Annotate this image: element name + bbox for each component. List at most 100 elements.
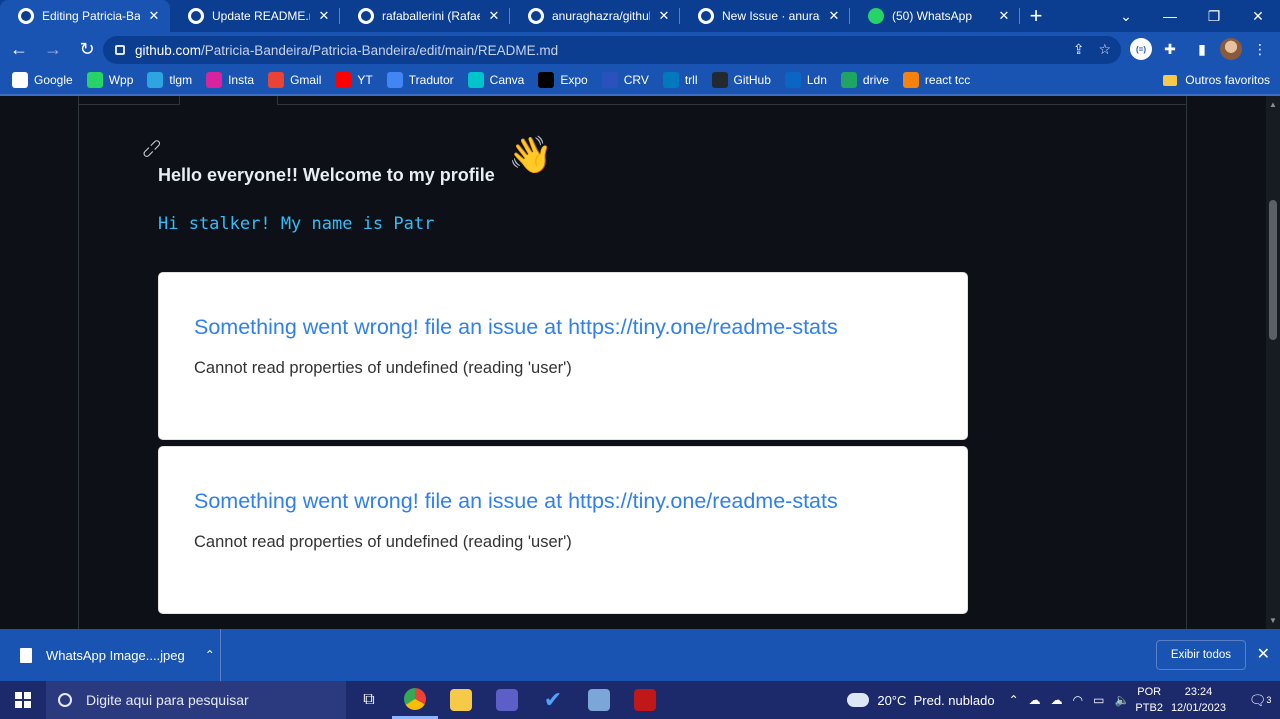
task-view-icon[interactable]: ⧉ — [346, 681, 392, 719]
mcafee-app[interactable] — [622, 681, 668, 719]
stats-card-error: Something went wrong! file an issue at h… — [158, 446, 968, 614]
bookmark-item[interactable]: Ldn — [784, 72, 827, 88]
close-tab-icon[interactable]: ✕ — [656, 8, 672, 24]
bookmark-item[interactable]: tlgm — [147, 72, 192, 88]
close-tab-icon[interactable]: ✕ — [146, 8, 162, 24]
new-tab-button[interactable]: + — [1020, 0, 1052, 32]
bookmark-label: tlgm — [169, 73, 193, 87]
folder-icon — [1163, 74, 1178, 86]
browser-tab[interactable]: anuraghazra/github-re ✕ — [510, 0, 680, 32]
scroll-down-arrow-icon[interactable]: ▼ — [1266, 616, 1280, 625]
error-title: Something went wrong! file an issue at h… — [194, 489, 838, 513]
todo-app[interactable]: ✔ — [530, 681, 576, 719]
browser-tab[interactable]: Update README.md · ✕ — [170, 0, 340, 32]
bookmark-item[interactable]: react tcc — [902, 72, 971, 88]
back-button[interactable]: ← — [4, 34, 34, 64]
bookmark-label: react tcc — [924, 73, 971, 87]
chevron-up-icon[interactable]: ⌃ — [205, 648, 215, 662]
scroll-up-arrow-icon[interactable]: ▲ — [1266, 100, 1280, 109]
share-icon[interactable]: ⇪ — [1073, 41, 1085, 58]
reload-button[interactable]: ↻ — [72, 34, 102, 64]
close-tab-icon[interactable]: ✕ — [316, 8, 332, 24]
close-tab-icon[interactable]: ✕ — [996, 8, 1012, 24]
bookmark-item[interactable]: Canva — [467, 72, 524, 88]
browser-tab[interactable]: Editing Patricia-Bande ✕ — [0, 0, 170, 32]
clock-time: 23:24 — [1184, 686, 1213, 698]
other-bookmarks[interactable]: Outros favoritos — [1163, 73, 1270, 87]
close-window-button[interactable]: ✕ — [1236, 0, 1280, 32]
system-tray: 20°C Pred. nublado ⌃ ☁ ☁ ◠ ▭ 🔈 POR PTB2 … — [847, 681, 1280, 719]
teams-app[interactable] — [484, 681, 530, 719]
bookmark-item[interactable]: CRV — [601, 72, 649, 88]
bookmark-item[interactable]: Gmail — [268, 72, 321, 88]
start-button[interactable] — [0, 681, 46, 719]
bookmark-label: CRV — [623, 73, 649, 87]
bookmark-item[interactable]: trll — [662, 72, 698, 88]
weather-widget[interactable]: 20°C Pred. nublado — [847, 693, 995, 708]
network-status-icon[interactable]: ☁ — [1029, 693, 1041, 707]
bookmark-label: Tradutor — [408, 73, 454, 87]
bookmark-item[interactable]: Insta — [206, 72, 254, 88]
taskbar-search[interactable]: Digite aqui para pesquisar — [46, 681, 346, 719]
search-icon — [58, 693, 72, 707]
tab-title: Update README.md · — [212, 9, 310, 23]
puzzle-extensions-icon[interactable]: ✚ — [1156, 35, 1184, 63]
browser-tab[interactable]: rafaballerini (Rafaella ✕ — [340, 0, 510, 32]
cloud-sync-icon[interactable]: ☁ — [1051, 693, 1063, 707]
translate-icon — [386, 72, 403, 88]
menu-kebab-icon[interactable]: ⋮ — [1246, 35, 1274, 63]
forward-button[interactable]: → — [38, 34, 68, 64]
bookmark-item[interactable]: Google — [12, 72, 73, 88]
download-item[interactable]: WhatsApp Image....jpeg ⌃ — [0, 629, 221, 681]
browser-tab[interactable]: (50) WhatsApp ✕ — [850, 0, 1020, 32]
clock-date: 12/01/2023 — [1170, 702, 1226, 714]
file-icon — [20, 647, 32, 663]
show-all-button[interactable]: Exibir todos — [1155, 640, 1246, 670]
bookmark-item[interactable]: drive — [840, 72, 889, 88]
teams-icon — [496, 689, 518, 711]
close-icon[interactable]: ✕ — [1257, 644, 1270, 664]
file-explorer-app[interactable] — [438, 681, 484, 719]
downloads-bar: WhatsApp Image....jpeg ⌃ Exibir todos ✕ — [0, 629, 1280, 681]
chrome-app[interactable] — [392, 681, 438, 719]
windows-taskbar: Digite aqui para pesquisar ⧉ ✔ 20°C Pred… — [0, 681, 1280, 719]
wifi-icon[interactable]: ◠ — [1073, 693, 1083, 707]
extension-icon[interactable]: (=) — [1130, 38, 1152, 60]
calculator-app[interactable] — [576, 681, 622, 719]
bookmark-label: YT — [357, 73, 373, 87]
side-panel-icon[interactable]: ▮ — [1188, 35, 1216, 63]
github-icon — [528, 8, 544, 24]
notification-button[interactable]: 🗨 3 — [1240, 692, 1280, 709]
address-bar[interactable]: github.com/Patricia-Bandeira/Patricia-Ba… — [103, 36, 1121, 64]
github-icon — [711, 72, 728, 88]
chevron-up-icon[interactable]: ⌃ — [1009, 693, 1019, 707]
browser-tab[interactable]: New Issue · anuraghaz ✕ — [680, 0, 850, 32]
language-indicator[interactable]: POR PTB2 — [1135, 684, 1163, 716]
google-icon — [12, 72, 28, 88]
bookmark-star-icon[interactable]: ☆ — [1098, 41, 1111, 58]
tab-search-icon[interactable]: ⌄ — [1104, 0, 1148, 32]
clock[interactable]: 23:24 12/01/2023 — [1171, 684, 1226, 716]
bookmark-item[interactable]: GitHub — [711, 72, 771, 88]
firebase-icon — [902, 72, 919, 88]
page-scrollbar[interactable]: ▲ ▼ — [1266, 96, 1280, 629]
expo-icon — [538, 72, 555, 88]
scrollbar-thumb[interactable] — [1269, 200, 1277, 340]
folder-icon — [450, 689, 472, 711]
bookmark-item[interactable]: Tradutor — [386, 72, 454, 88]
close-tab-icon[interactable]: ✕ — [486, 8, 502, 24]
bookmark-item[interactable]: YT — [335, 72, 373, 88]
minimize-button[interactable]: — — [1148, 0, 1192, 32]
instagram-icon — [206, 72, 223, 88]
bookmark-item[interactable]: Wpp — [86, 72, 133, 88]
calculator-icon — [588, 689, 610, 711]
whatsapp-icon — [86, 72, 103, 88]
tab-title: New Issue · anuraghaz — [722, 9, 820, 23]
profile-avatar[interactable] — [1220, 38, 1242, 60]
typing-svg-text: Hi stalker! My name is Patr — [158, 214, 435, 234]
bookmark-item[interactable]: Expo — [538, 72, 588, 88]
volume-icon[interactable]: 🔈 — [1114, 693, 1129, 707]
maximize-button[interactable]: ❐ — [1192, 0, 1236, 32]
battery-icon[interactable]: ▭ — [1093, 693, 1104, 707]
close-tab-icon[interactable]: ✕ — [826, 8, 842, 24]
